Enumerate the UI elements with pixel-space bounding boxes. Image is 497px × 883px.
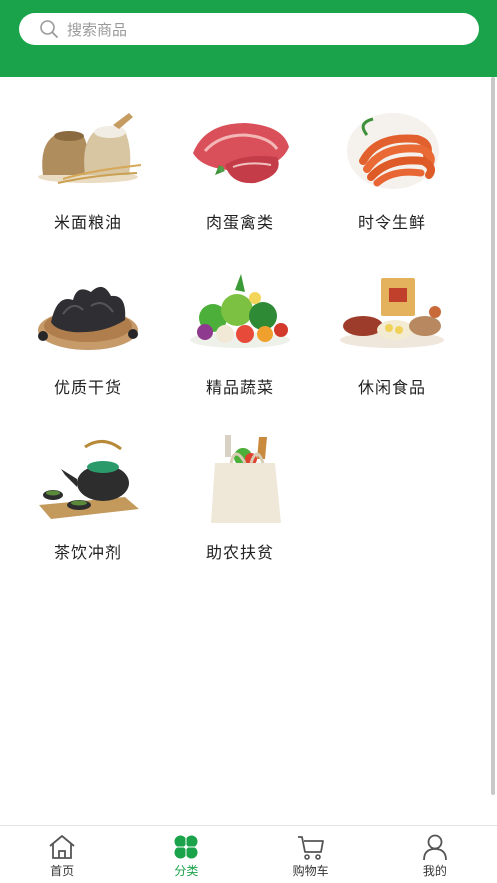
category-label: 助农扶贫 [205, 543, 274, 562]
tab-label: 我的 [422, 864, 447, 878]
snacks-image [340, 278, 444, 348]
category-item[interactable]: 休闲食品 [317, 270, 467, 420]
category-item[interactable]: 时令生鲜 [317, 105, 467, 255]
grain-sacks-image [38, 113, 142, 184]
bottom-tab-bar: 首页 分类 购物车 我的 [0, 825, 497, 883]
category-label: 米面粮油 [53, 213, 122, 232]
category-label: 肉蛋禽类 [205, 213, 274, 232]
user-icon [422, 834, 447, 861]
tab-label: 首页 [50, 864, 75, 878]
dried-fungus-image [38, 286, 138, 350]
category-item[interactable]: 米面粮油 [13, 105, 163, 255]
tab-category[interactable]: 分类 [124, 826, 248, 883]
cart-icon [297, 836, 324, 860]
category-item[interactable]: 助农扶贫 [165, 435, 315, 585]
tab-mine[interactable]: 我的 [373, 826, 497, 883]
category-item[interactable]: 肉蛋禽类 [165, 105, 315, 255]
search-bar[interactable]: 搜索商品 [19, 13, 479, 45]
search-placeholder: 搜索商品 [67, 20, 128, 39]
category-item[interactable]: 茶饮冲剂 [13, 435, 163, 585]
scrollbar[interactable] [491, 77, 495, 795]
tab-home[interactable]: 首页 [0, 826, 124, 883]
home-icon [49, 835, 75, 859]
teapot-image [39, 440, 139, 519]
meat-image [193, 123, 289, 184]
search-icon [40, 20, 58, 38]
category-label: 时令生鲜 [357, 213, 426, 232]
category-item[interactable]: 优质干货 [13, 270, 163, 420]
category-label: 优质干货 [53, 378, 122, 397]
shrimp-image [347, 113, 439, 189]
category-clover-icon [174, 835, 198, 859]
category-label: 精品蔬菜 [205, 378, 274, 397]
tab-label: 分类 [174, 864, 199, 878]
category-label: 休闲食品 [357, 378, 426, 397]
grocery-bag-image [211, 435, 281, 523]
tab-label: 购物车 [292, 864, 329, 878]
vegetables-image [190, 274, 290, 348]
tab-cart[interactable]: 购物车 [249, 826, 373, 883]
category-item[interactable]: 精品蔬菜 [165, 270, 315, 420]
category-label: 茶饮冲剂 [53, 543, 122, 562]
header-bar: 搜索商品 [0, 0, 497, 77]
